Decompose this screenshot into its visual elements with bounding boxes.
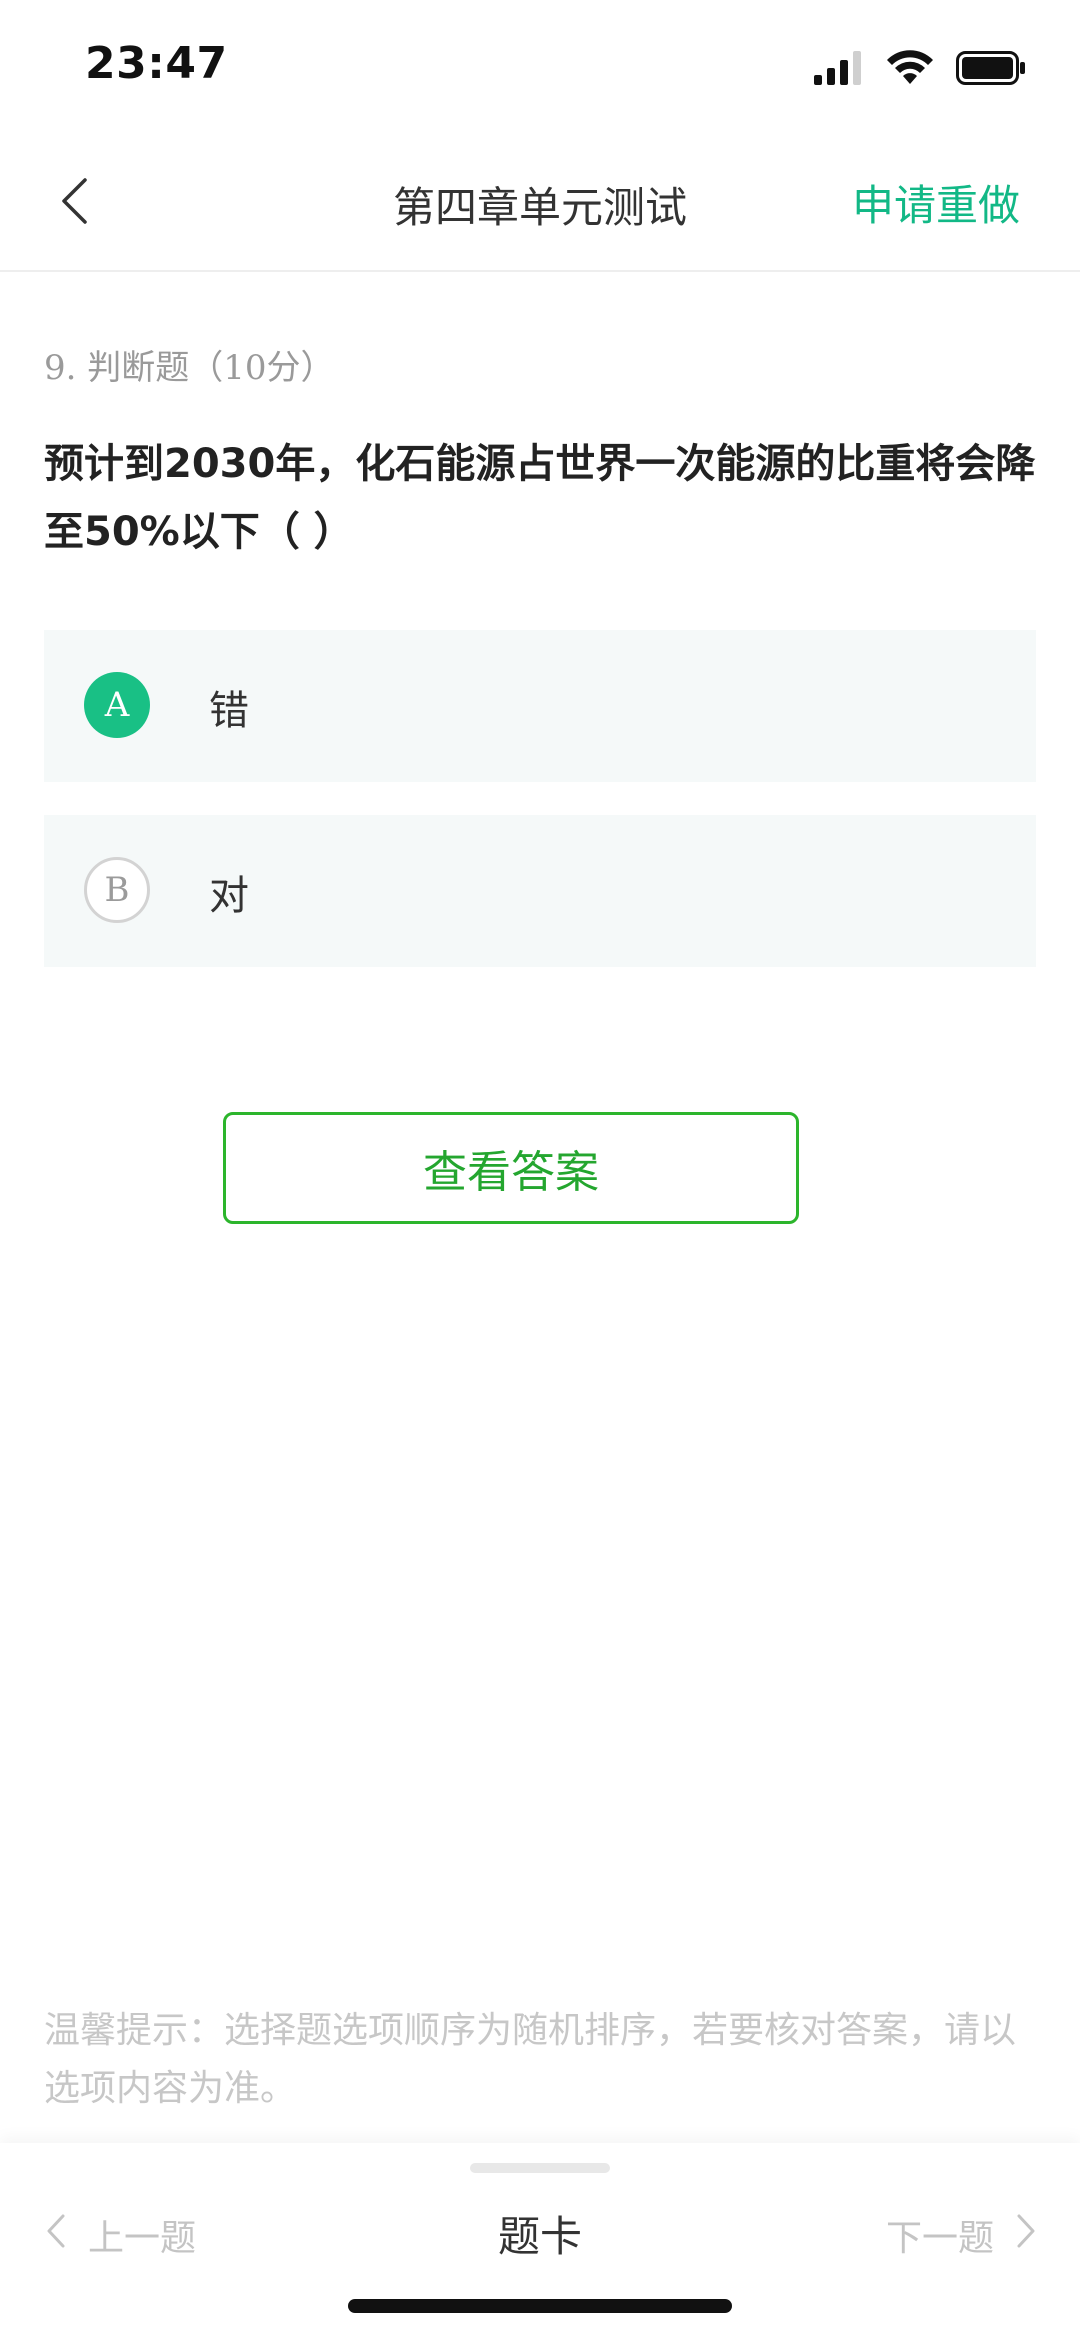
view-answer-button[interactable]: 查看答案 (223, 1112, 799, 1224)
question-type: 判断题 (87, 348, 190, 388)
question-number: 9. (44, 348, 77, 388)
option-text: 对 (209, 873, 249, 919)
status-time: 23:47 (85, 38, 228, 89)
drag-handle[interactable] (470, 2163, 610, 2173)
option-a[interactable]: A 错 (44, 630, 1036, 782)
option-text: 错 (209, 688, 249, 734)
question-meta: 9. 判断题（10分） (44, 340, 335, 389)
option-b[interactable]: B 对 (44, 815, 1036, 967)
nav-header: 第四章单元测试 申请重做 (0, 140, 1080, 272)
wifi-icon (886, 50, 934, 90)
option-letter-badge: B (84, 857, 150, 923)
signal-icon (814, 51, 864, 89)
next-question-button[interactable]: 下一题 (886, 2209, 1036, 2261)
home-indicator[interactable] (348, 2299, 732, 2313)
question-score: （10分） (189, 348, 335, 388)
status-icons (814, 50, 1026, 90)
status-bar: 23:47 (0, 0, 1080, 140)
option-letter-badge: A (84, 672, 150, 738)
chevron-right-icon (1016, 2213, 1036, 2258)
battery-icon (956, 51, 1026, 89)
question-text: 预计到2030年，化石能源占世界一次能源的比重将会降至50%以下（ ） (44, 441, 1036, 555)
request-redo-button[interactable]: 申请重做 (852, 172, 1020, 233)
tip-text: 温馨提示：选择题选项顺序为随机排序，若要核对答案，请以选项内容为准。 (44, 2010, 1017, 2109)
next-question-label: 下一题 (885, 2218, 994, 2259)
